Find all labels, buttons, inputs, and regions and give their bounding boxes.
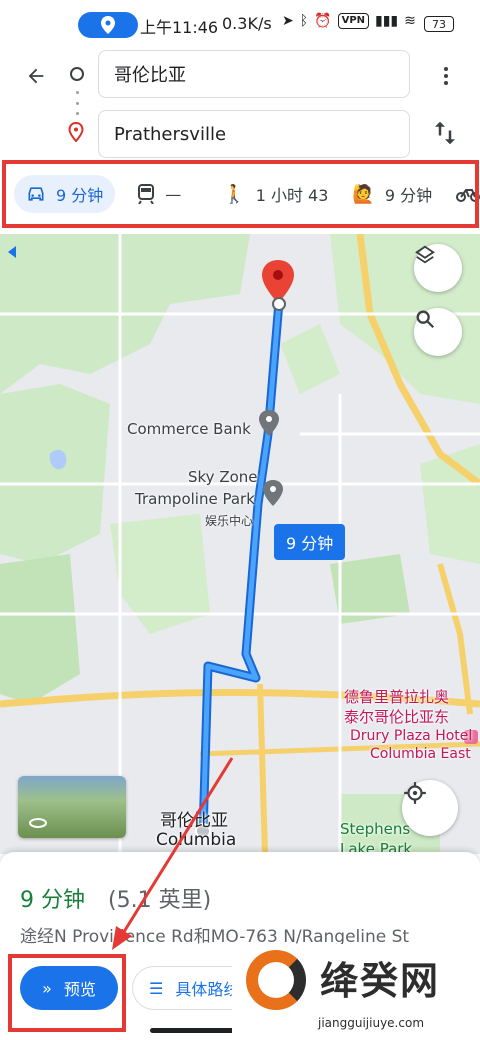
layers-icon: [415, 245, 435, 264]
map-label-entertainment: 娱乐中心: [205, 514, 254, 528]
map-label-drury-en-1: Drury Plaza Hotel: [350, 728, 473, 744]
status-bar: 上午11:46 0.3K/s ➤ ᛒ ⏰ VPN ▮▮▮ ≋ 73: [0, 0, 480, 48]
search-icon: [416, 310, 435, 329]
route-duration: 9 分钟: [20, 888, 85, 913]
street-view-rotate-icon: [29, 818, 47, 828]
destination-dot: [272, 297, 286, 311]
wifi-icon: ≋: [404, 13, 416, 29]
map-label-commerce-bank: Commerce Bank: [127, 420, 251, 438]
tab-walking-label: 1 小时 43: [255, 186, 329, 205]
map-label-sky-zone: Sky Zone: [188, 468, 258, 486]
route-duration-chip[interactable]: 9 分钟: [274, 524, 346, 560]
tab-cycling[interactable]: 2: [444, 175, 480, 213]
commerce-bank-marker: [259, 410, 279, 436]
map-view[interactable]: Commerce Bank Sky Zone Trampoline Park 娱…: [0, 234, 480, 854]
tab-driving-label: 9 分钟: [56, 186, 104, 205]
search-button[interactable]: [414, 308, 462, 356]
walk-icon: 🚶: [223, 183, 246, 205]
more-options-button[interactable]: [436, 62, 456, 90]
layers-button[interactable]: [414, 244, 462, 292]
crosshair-icon: [404, 782, 426, 804]
watermark-text: 绛癸网: [320, 958, 441, 1003]
route-distance: (5.1 英里): [108, 888, 212, 913]
highway-road: [257, 683, 268, 854]
tab-transit-label: —: [165, 184, 182, 204]
alarm-icon: ⏰: [314, 13, 332, 29]
preview-button[interactable]: » 预览: [20, 966, 118, 1010]
back-button[interactable]: [22, 62, 50, 90]
destination-input[interactable]: Prathersville: [98, 110, 410, 158]
battery-indicator: 73: [424, 16, 454, 32]
location-indicator: [78, 12, 138, 38]
origin-input[interactable]: 哥伦比亚: [98, 50, 410, 98]
car-icon: [28, 187, 44, 201]
navigation-arrow-icon: ➤: [282, 13, 294, 29]
tab-rideshare-label: 9 分钟: [384, 186, 433, 205]
street-view-thumbnail[interactable]: [18, 776, 126, 838]
list-icon: ☰: [149, 978, 164, 998]
sky-zone-marker: [263, 480, 283, 506]
park-area: [280, 324, 340, 394]
tab-walking[interactable]: 🚶 1 小时 43: [211, 175, 340, 213]
map-label-columbia-en: Columbia: [156, 830, 237, 850]
map-label-stephens: Stephens: [340, 820, 411, 838]
swap-directions-button[interactable]: [430, 118, 460, 148]
map-label-trampoline-park: Trampoline Park: [135, 490, 255, 508]
park-area: [0, 384, 110, 564]
park-area: [0, 554, 80, 704]
bluetooth-icon: ᛒ: [299, 13, 309, 29]
tab-driving[interactable]: 9 分钟: [14, 175, 116, 213]
steps-label: 具体路线: [175, 980, 240, 999]
back-arrow-icon: [28, 68, 44, 84]
rideshare-icon: 🙋: [352, 183, 375, 205]
origin-circle-icon: [70, 67, 84, 81]
watermark-logo: [246, 950, 306, 1010]
watermark-url: jiangguijiuye.com: [318, 1016, 425, 1030]
park-area: [110, 514, 210, 634]
my-location-button[interactable]: [402, 780, 458, 836]
transit-icon: [138, 184, 155, 204]
tab-rideshare[interactable]: 🙋 9 分钟: [340, 175, 444, 213]
destination-pin-icon: [68, 122, 84, 142]
bike-icon: [456, 189, 480, 202]
tab-transit[interactable]: —: [125, 175, 193, 213]
preview-label: 预览: [63, 980, 96, 999]
vpn-badge: VPN: [337, 13, 370, 29]
map-label-columbia-cn: 哥伦比亚: [160, 811, 228, 831]
map-label-drury-cn-1: 德鲁里普拉扎奥: [344, 688, 450, 706]
status-time: 上午11:46: [140, 18, 219, 37]
map-label-drury-cn-2: 泰尔哥伦比亚东: [344, 708, 450, 726]
network-speed: 0.3K/s: [222, 14, 272, 33]
route-dots-icon: [76, 91, 79, 115]
watermark: 绛癸网 jiangguijiuye.com: [232, 944, 480, 1040]
travel-mode-tabs: 9 分钟 — 🚶 1 小时 43 🙋 9 分钟 2: [0, 162, 480, 226]
destination-marker: [262, 260, 294, 303]
map-label-drury-en-2: Columbia East: [370, 746, 471, 762]
signal-icon: ▮▮▮: [375, 13, 399, 29]
location-pin-icon: [101, 16, 115, 34]
double-chevron-icon: »: [42, 978, 52, 998]
